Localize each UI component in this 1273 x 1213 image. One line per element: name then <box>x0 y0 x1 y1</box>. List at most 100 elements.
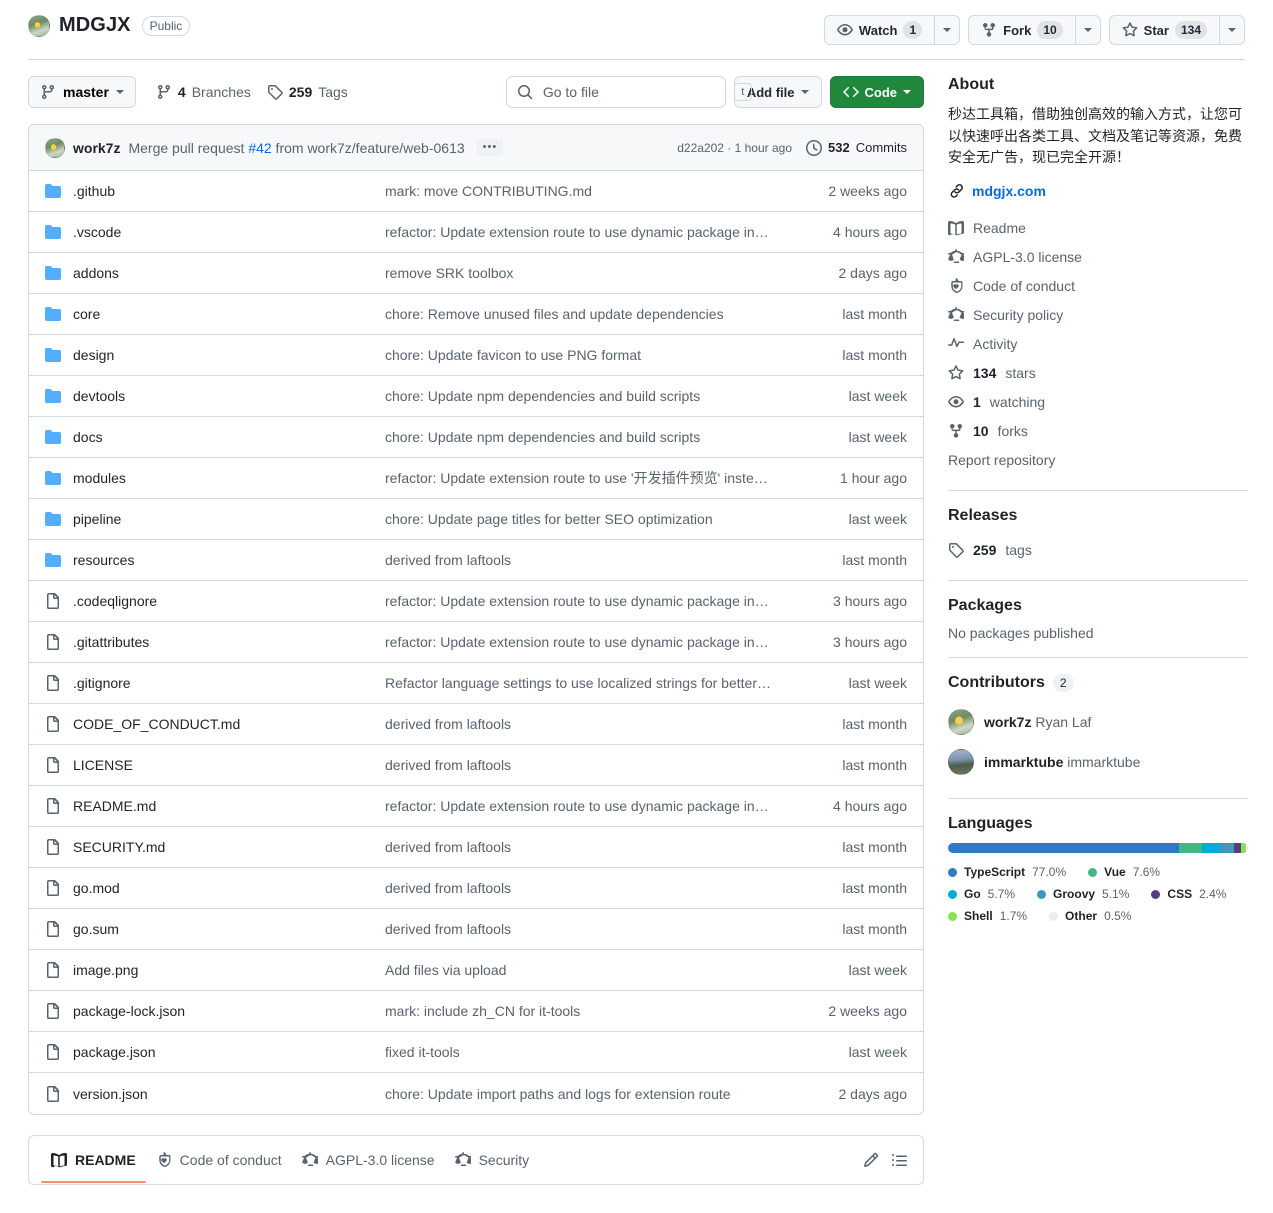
file-name-link[interactable]: design <box>73 347 114 363</box>
tab-security[interactable]: Security <box>445 1137 540 1183</box>
commits-history-link[interactable]: 532 Commits <box>806 139 907 156</box>
commit-message-cell[interactable]: derived from laftools <box>385 839 787 855</box>
file-name-link[interactable]: package.json <box>73 1044 156 1060</box>
file-name-link[interactable]: version.json <box>73 1086 148 1102</box>
search-input[interactable] <box>540 83 726 101</box>
commit-message-cell[interactable]: chore: Update npm dependencies and build… <box>385 388 787 404</box>
file-name-link[interactable]: docs <box>73 429 103 445</box>
list-icon[interactable] <box>891 1152 907 1168</box>
commit-message-cell[interactable]: chore: Update import paths and logs for … <box>385 1086 787 1102</box>
language-legend-item[interactable]: Other 0.5% <box>1049 909 1131 923</box>
tab-readme[interactable]: README <box>41 1137 146 1183</box>
language-legend-item[interactable]: Go 5.7% <box>948 887 1015 901</box>
releases-tags-link[interactable]: 259 tags <box>948 535 1248 564</box>
table-row[interactable]: package-lock.json mark: include zh_CN for… <box>29 991 923 1032</box>
table-row[interactable]: LICENSE derived from laftools last month <box>29 745 923 786</box>
tags-link[interactable]: 259 Tags <box>267 84 348 100</box>
table-row[interactable]: .codeqlignore refactor: Update extension … <box>29 581 923 622</box>
commit-message-cell[interactable]: refactor: Update extension route to use … <box>385 634 787 650</box>
commit-message-cell[interactable]: derived from laftools <box>385 757 787 773</box>
language-legend-item[interactable]: Shell 1.7% <box>948 909 1027 923</box>
language-legend-item[interactable]: TypeScript 77.0% <box>948 865 1066 879</box>
table-row[interactable]: version.json chore: Update import paths a… <box>29 1073 923 1114</box>
homepage-link[interactable]: mdgjx.com <box>972 183 1046 199</box>
commit-message-cell[interactable]: chore: Remove unused files and update de… <box>385 306 787 322</box>
table-row[interactable]: addons remove SRK toolbox 2 days ago <box>29 253 923 294</box>
about-link-agpl-3-0-license[interactable]: AGPL-3.0 license <box>948 242 1248 271</box>
table-row[interactable]: .vscode refactor: Update extension route … <box>29 212 923 253</box>
fork-dropdown-button[interactable] <box>1074 15 1101 45</box>
report-repository-link[interactable]: Report repository <box>948 445 1248 474</box>
file-name-link[interactable]: core <box>73 306 100 322</box>
file-name-link[interactable]: .gitattributes <box>73 634 149 650</box>
commit-message-cell[interactable]: derived from laftools <box>385 716 787 732</box>
file-name-link[interactable]: CODE_OF_CONDUCT.md <box>73 716 240 732</box>
file-name-link[interactable]: go.sum <box>73 921 119 937</box>
tab-agpl-3-0-license[interactable]: AGPL-3.0 license <box>292 1137 445 1183</box>
pull-request-link[interactable]: #42 <box>248 140 271 156</box>
file-name-link[interactable]: resources <box>73 552 134 568</box>
file-name-link[interactable]: pipeline <box>73 511 121 527</box>
commit-message-cell[interactable]: mark: include zh_CN for it-tools <box>385 1003 787 1019</box>
contributor-row[interactable]: immarktube immarktube <box>948 742 1248 782</box>
table-row[interactable]: modules refactor: Update extension route … <box>29 458 923 499</box>
file-name-link[interactable]: .vscode <box>73 224 121 240</box>
code-button[interactable]: Code <box>829 76 924 108</box>
commit-message-cell[interactable]: Refactor language settings to use locali… <box>385 675 787 691</box>
watch-button[interactable]: Watch 1 <box>823 15 935 45</box>
branches-link[interactable]: 4 Branches <box>156 84 251 100</box>
about-stat-forks[interactable]: 10 forks <box>948 416 1248 445</box>
file-name-link[interactable]: modules <box>73 470 126 486</box>
about-link-security-policy[interactable]: Security policy <box>948 300 1248 329</box>
table-row[interactable]: resources derived from laftools last month <box>29 540 923 581</box>
watch-dropdown-button[interactable] <box>934 15 961 45</box>
expand-commit-message-button[interactable]: ••• <box>476 139 504 156</box>
table-row[interactable]: README.md refactor: Update extension rout… <box>29 786 923 827</box>
table-row[interactable]: .gitignore Refactor language settings to … <box>29 663 923 704</box>
about-stat-watching[interactable]: 1 watching <box>948 387 1248 416</box>
file-name-link[interactable]: .gitignore <box>73 675 131 691</box>
commit-message-cell[interactable]: refactor: Update extension route to use … <box>385 468 787 488</box>
table-row[interactable]: image.png Add files via upload last week <box>29 950 923 991</box>
table-row[interactable]: docs chore: Update npm dependencies and b… <box>29 417 923 458</box>
go-to-file-wrapper[interactable]: t <box>505 76 752 108</box>
about-stat-stars[interactable]: 134 stars <box>948 358 1248 387</box>
table-row[interactable]: go.mod derived from laftools last month <box>29 868 923 909</box>
commit-message-cell[interactable]: mark: move CONTRIBUTING.md <box>385 183 787 199</box>
tab-code-of-conduct[interactable]: Code of conduct <box>146 1137 292 1183</box>
avatar[interactable] <box>45 137 65 158</box>
commit-message-cell[interactable]: chore: Update page titles for better SEO… <box>385 511 787 527</box>
commit-sha[interactable]: d22a202 <box>677 141 724 155</box>
repo-name-link[interactable]: MDGJX <box>59 14 131 37</box>
table-row[interactable]: .gitattributes refactor: Update extension… <box>29 622 923 663</box>
about-link-code-of-conduct[interactable]: Code of conduct <box>948 271 1248 300</box>
file-name-link[interactable]: addons <box>73 265 119 281</box>
commit-author[interactable]: work7z <box>73 140 120 156</box>
table-row[interactable]: pipeline chore: Update page titles for be… <box>29 499 923 540</box>
commit-message-cell[interactable]: derived from laftools <box>385 921 787 937</box>
commit-message-cell[interactable]: refactor: Update extension route to use … <box>385 224 787 240</box>
commit-message-cell[interactable]: refactor: Update extension route to use … <box>385 593 787 609</box>
table-row[interactable]: CODE_OF_CONDUCT.md derived from laftools l… <box>29 704 923 745</box>
commit-message-cell[interactable]: Add files via upload <box>385 962 787 978</box>
file-name-link[interactable]: devtools <box>73 388 125 404</box>
table-row[interactable]: devtools chore: Update npm dependencies a… <box>29 376 923 417</box>
commit-message-cell[interactable]: chore: Update npm dependencies and build… <box>385 429 787 445</box>
commit-message-cell[interactable]: refactor: Update extension route to use … <box>385 798 787 814</box>
language-legend-item[interactable]: Vue 7.6% <box>1088 865 1160 879</box>
commit-message-cell[interactable]: chore: Update favicon to use PNG format <box>385 347 787 363</box>
file-name-link[interactable]: go.mod <box>73 880 120 896</box>
about-link-activity[interactable]: Activity <box>948 329 1248 358</box>
owner-avatar[interactable] <box>28 14 50 37</box>
pencil-icon[interactable] <box>863 1152 879 1168</box>
table-row[interactable]: SECURITY.md derived from laftools last mon… <box>29 827 923 868</box>
file-name-link[interactable]: .codeqlignore <box>73 593 157 609</box>
table-row[interactable]: package.json fixed it-tools last week <box>29 1032 923 1073</box>
language-legend-item[interactable]: CSS 2.4% <box>1151 887 1226 901</box>
commit-message-cell[interactable]: fixed it-tools <box>385 1044 787 1060</box>
star-dropdown-button[interactable] <box>1219 15 1245 45</box>
file-name-link[interactable]: image.png <box>73 962 138 978</box>
about-link-readme[interactable]: Readme <box>948 213 1248 242</box>
table-row[interactable]: core chore: Remove unused files and updat… <box>29 294 923 335</box>
file-name-link[interactable]: .github <box>73 183 115 199</box>
